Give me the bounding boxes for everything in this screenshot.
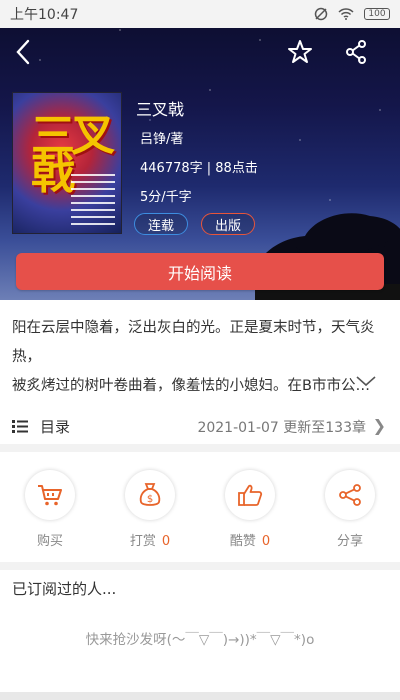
- back-arrow-icon[interactable]: [10, 38, 38, 66]
- svg-text:$: $: [147, 494, 153, 505]
- status-bar: 上午10:47 100: [0, 0, 400, 28]
- tag-published: 出版: [201, 213, 255, 235]
- empty-placeholder-text: 快来抢沙发呀(～￣▽￣)→))*￣▽￣*)o: [85, 632, 315, 648]
- share-nodes-icon: [339, 484, 361, 506]
- alarm-off-icon: [314, 7, 328, 21]
- status-icons: 100: [314, 7, 390, 21]
- description-line: 被炙烤过的树叶卷曲着，像羞怯的小媳妇。在B市市公…: [12, 378, 370, 394]
- book-title: 三叉戟: [136, 100, 185, 119]
- book-price: 5分/千字: [140, 190, 192, 205]
- description-line: 热，: [12, 349, 41, 365]
- like-count: 0: [261, 534, 271, 549]
- status-time: 上午10:47: [10, 7, 79, 23]
- book-detail-screen: 上午10:47 100 三叉戟 三叉戟 吕铮/著 446778字 | 88点击 …: [0, 0, 400, 700]
- share-action-button[interactable]: 分享: [322, 470, 378, 549]
- expand-chevron-icon[interactable]: [354, 373, 378, 389]
- share-label: 分享: [336, 534, 363, 549]
- table-of-contents-row[interactable]: 目录 2021-01-07 更新至133章 ❯: [0, 408, 400, 444]
- chevron-right-icon: ❯: [372, 416, 386, 435]
- book-cover[interactable]: 三叉戟: [12, 92, 122, 234]
- cart-icon: [38, 485, 62, 506]
- action-bar: 购买 $ 打赏 0 酷赞 0 分享: [0, 452, 400, 562]
- battery-icon: 100: [364, 8, 390, 20]
- bottom-bar: [0, 692, 400, 700]
- thumbs-up-icon: [238, 484, 263, 506]
- favorite-star-icon[interactable]: [286, 38, 314, 66]
- reward-circle: $: [125, 470, 175, 520]
- start-reading-button[interactable]: 开始阅读: [16, 253, 384, 290]
- reward-label: 打赏: [129, 534, 156, 549]
- tag-serializing: 连载: [134, 213, 188, 235]
- book-author[interactable]: 吕铮/著: [140, 128, 183, 147]
- wifi-icon: [338, 8, 354, 20]
- buy-circle: [25, 470, 75, 520]
- like-button[interactable]: 酷赞 0: [222, 470, 278, 549]
- book-stats: 446778字 | 88点击: [140, 161, 258, 176]
- toc-update-info: 2021-01-07 更新至133章: [197, 420, 366, 436]
- toc-label: 目录: [40, 418, 71, 436]
- share-icon[interactable]: [342, 38, 370, 66]
- reward-button[interactable]: $ 打赏 0: [122, 470, 178, 549]
- buy-button[interactable]: 购买: [22, 470, 78, 549]
- book-header: 上午10:47 100 三叉戟 三叉戟 吕铮/著 446778字 | 88点击 …: [0, 0, 400, 300]
- money-bag-icon: $: [139, 483, 161, 506]
- buy-label: 购买: [36, 534, 63, 549]
- subscribers-title: 已订阅过的人...: [12, 580, 117, 598]
- battery-level: 100: [368, 9, 386, 19]
- cover-text-block: [71, 169, 115, 225]
- like-label: 酷赞: [229, 534, 256, 549]
- like-circle: [225, 470, 275, 520]
- reward-count: 0: [161, 534, 171, 549]
- share-circle: [325, 470, 375, 520]
- book-description[interactable]: 阳在云层中隐着，泛出灰白的光。正是夏末时节，天气炎 热， 被炙烤过的树叶卷曲着，…: [0, 300, 400, 408]
- description-line: 阳在云层中隐着，泛出灰白的光。正是夏末时节，天气炎: [12, 320, 375, 336]
- list-icon: [12, 420, 28, 433]
- subscribers-section: 已订阅过的人... 快来抢沙发呀(～￣▽￣)→))*￣▽￣*)o: [0, 570, 400, 700]
